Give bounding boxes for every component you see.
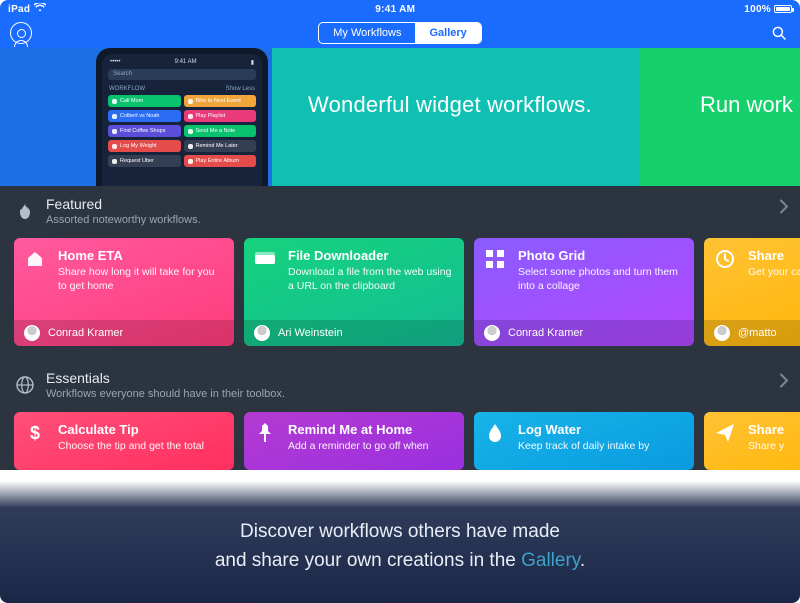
card-title: Home ETA [58, 248, 222, 263]
featured-header[interactable]: Featured Assorted noteworthy workflows. [0, 186, 800, 232]
search-icon[interactable] [770, 24, 788, 42]
card-subtitle: Select some photos and turn them into a … [518, 265, 682, 293]
footer-line1: Discover workflows others have made [215, 518, 585, 547]
flame-icon [14, 200, 36, 222]
clock: 9:41 AM [375, 4, 415, 15]
phone-search: Search [108, 69, 256, 80]
battery-indicator: 100% [744, 4, 792, 15]
avatar [254, 325, 270, 341]
card-subtitle: Download a file from the web using a URL… [288, 265, 452, 293]
workflow-card[interactable]: Remind Me at Home Add a reminder to go of… [244, 412, 464, 470]
hero-banner[interactable]: Wonderful widget workflows. Run work •••… [0, 48, 800, 186]
card-author: Ari Weinstein [278, 327, 343, 339]
device-label: iPad [8, 4, 30, 15]
card-subtitle: Share y [748, 439, 800, 453]
hero-headline: Wonderful widget workflows. [308, 92, 592, 118]
grid-icon [484, 248, 506, 270]
card-subtitle: Keep track of daily intake by [518, 439, 682, 453]
card-subtitle: Choose the tip and get the total [58, 439, 222, 453]
drive-icon [254, 248, 276, 270]
footer-overlay: Discover workflows others have made and … [0, 481, 800, 603]
avatar [484, 325, 500, 341]
card-author: @matto [738, 327, 777, 339]
send-icon [714, 422, 736, 444]
card-title: Log Water [518, 422, 682, 437]
card-footer: @matto [704, 320, 800, 346]
widget-chip: Play Playlist [184, 110, 257, 122]
tab-gallery[interactable]: Gallery [415, 23, 480, 43]
avatar [24, 325, 40, 341]
drop-icon [484, 422, 506, 444]
widget-chip: Play Entire Album [184, 155, 257, 167]
widget-chip: Remind Me Later [184, 140, 257, 152]
avatar [714, 325, 730, 341]
card-footer: Ari Weinstein [244, 320, 464, 346]
widget-chip: Request Uber [108, 155, 181, 167]
workflow-card[interactable]: File Downloader Download a file from the … [244, 238, 464, 346]
view-segmented-control: My Workflows Gallery [318, 22, 482, 44]
card-subtitle: Share how long it will take for you to g… [58, 265, 222, 293]
phone-mock: •••••9:41 AM▮ Search WORKFLOWShow Less C… [96, 48, 268, 186]
card-title: Remind Me at Home [288, 422, 452, 437]
home-icon [24, 248, 46, 270]
widget-chip: Log My Weight [108, 140, 181, 152]
footer-line2: and share your own creations in the Gall… [215, 547, 585, 576]
card-title: File Downloader [288, 248, 452, 263]
hero-headline-next: Run work [700, 92, 793, 118]
featured-subtitle: Assorted noteworthy workflows. [46, 214, 201, 226]
workflow-card[interactable]: Home ETA Share how long it will take for … [14, 238, 234, 346]
featured-title: Featured [46, 196, 201, 212]
card-title: Share [748, 422, 800, 437]
widget-chip: Bike to Next Event [184, 95, 257, 107]
workflow-card[interactable]: $ Calculate Tip Choose the tip and get the… [14, 412, 234, 470]
wifi-icon [34, 3, 46, 15]
globe-icon [14, 374, 36, 396]
card-author: Conrad Kramer [48, 327, 123, 339]
top-nav: iPad 9:41 AM 100% My Workflows Gallery [0, 0, 800, 48]
essentials-header[interactable]: Essentials Workflows everyone should hav… [0, 360, 800, 406]
dollar-icon: $ [24, 422, 46, 444]
featured-section: Featured Assorted noteworthy workflows. … [0, 186, 800, 470]
widget-chip: Call Mom [108, 95, 181, 107]
card-footer: Conrad Kramer [14, 320, 234, 346]
card-title: Share [748, 248, 800, 263]
essentials-subtitle: Workflows everyone should have in their … [46, 388, 285, 400]
workflow-card[interactable]: Share Share y [704, 412, 800, 470]
profile-icon[interactable] [10, 22, 32, 44]
card-subtitle: Get your calendar [748, 265, 800, 279]
svg-text:$: $ [30, 423, 40, 443]
widget-chip: Find Coffee Shops [108, 125, 181, 137]
clock-icon [714, 248, 736, 270]
card-title: Photo Grid [518, 248, 682, 263]
card-footer: Conrad Kramer [474, 320, 694, 346]
gallery-link[interactable]: Gallery [521, 550, 580, 571]
workflow-card[interactable]: Photo Grid Select some photos and turn th… [474, 238, 694, 346]
widget-chip: Send Me a Note [184, 125, 257, 137]
card-author: Conrad Kramer [508, 327, 583, 339]
workflow-card[interactable]: Log Water Keep track of daily intake by [474, 412, 694, 470]
chevron-right-icon [780, 200, 788, 219]
pin-icon [254, 422, 276, 444]
status-bar: iPad 9:41 AM 100% [0, 0, 800, 18]
card-subtitle: Add a reminder to go off when [288, 439, 452, 453]
essentials-title: Essentials [46, 370, 285, 386]
widget-chip: Colbert vs Noah [108, 110, 181, 122]
tab-my-workflows[interactable]: My Workflows [319, 23, 415, 43]
workflow-card[interactable]: Share Get your calendar @matto [704, 238, 800, 346]
chevron-right-icon [780, 374, 788, 393]
card-title: Calculate Tip [58, 422, 222, 437]
